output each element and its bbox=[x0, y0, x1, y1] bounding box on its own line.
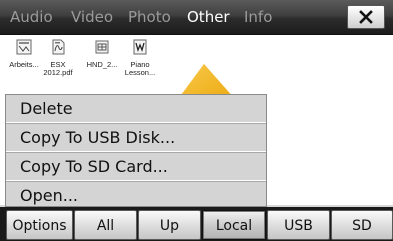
top-tab-bar: Audio Video Photo Other Info bbox=[0, 0, 393, 35]
file-item-esx-pdf[interactable]: ESX 2012.pdf bbox=[42, 39, 74, 77]
menu-item-open[interactable]: Open... bbox=[6, 182, 266, 209]
file-item-arbeits[interactable]: Arbeits... bbox=[8, 39, 40, 69]
sd-button[interactable]: SD bbox=[331, 210, 393, 240]
all-button[interactable]: All bbox=[74, 210, 137, 240]
document-icon bbox=[16, 39, 32, 55]
file-name-line2: 2012.pdf bbox=[43, 68, 73, 77]
file-item-piano-lesson[interactable]: Piano Lesson... bbox=[124, 39, 156, 77]
bottom-button-bar: Options All Up Local USB SD bbox=[0, 207, 393, 241]
pdf-icon bbox=[52, 39, 65, 55]
tab-video[interactable]: Video bbox=[71, 0, 113, 34]
up-button[interactable]: Up bbox=[138, 210, 201, 240]
usb-button[interactable]: USB bbox=[267, 210, 330, 240]
spreadsheet-icon bbox=[95, 40, 109, 54]
file-name: HND_2... bbox=[86, 60, 118, 69]
close-x-icon bbox=[359, 10, 373, 24]
context-menu: Delete Copy To USB Disk... Copy To SD Ca… bbox=[5, 94, 267, 207]
tab-audio[interactable]: Audio bbox=[10, 0, 53, 34]
options-button[interactable]: Options bbox=[6, 210, 73, 240]
file-name-line2: Lesson... bbox=[124, 68, 156, 77]
menu-item-copy-to-usb[interactable]: Copy To USB Disk... bbox=[6, 124, 266, 152]
local-button[interactable]: Local bbox=[202, 210, 266, 240]
tab-other[interactable]: Other bbox=[187, 0, 230, 34]
menu-item-copy-to-sd[interactable]: Copy To SD Card... bbox=[6, 153, 266, 181]
tab-photo[interactable]: Photo bbox=[128, 0, 171, 34]
close-button[interactable] bbox=[347, 5, 385, 29]
file-name: Arbeits... bbox=[9, 60, 39, 69]
tab-info[interactable]: Info bbox=[244, 0, 272, 34]
file-item-hnd[interactable]: HND_2... bbox=[86, 39, 118, 69]
word-document-icon bbox=[133, 39, 147, 55]
menu-item-delete[interactable]: Delete bbox=[6, 95, 266, 123]
